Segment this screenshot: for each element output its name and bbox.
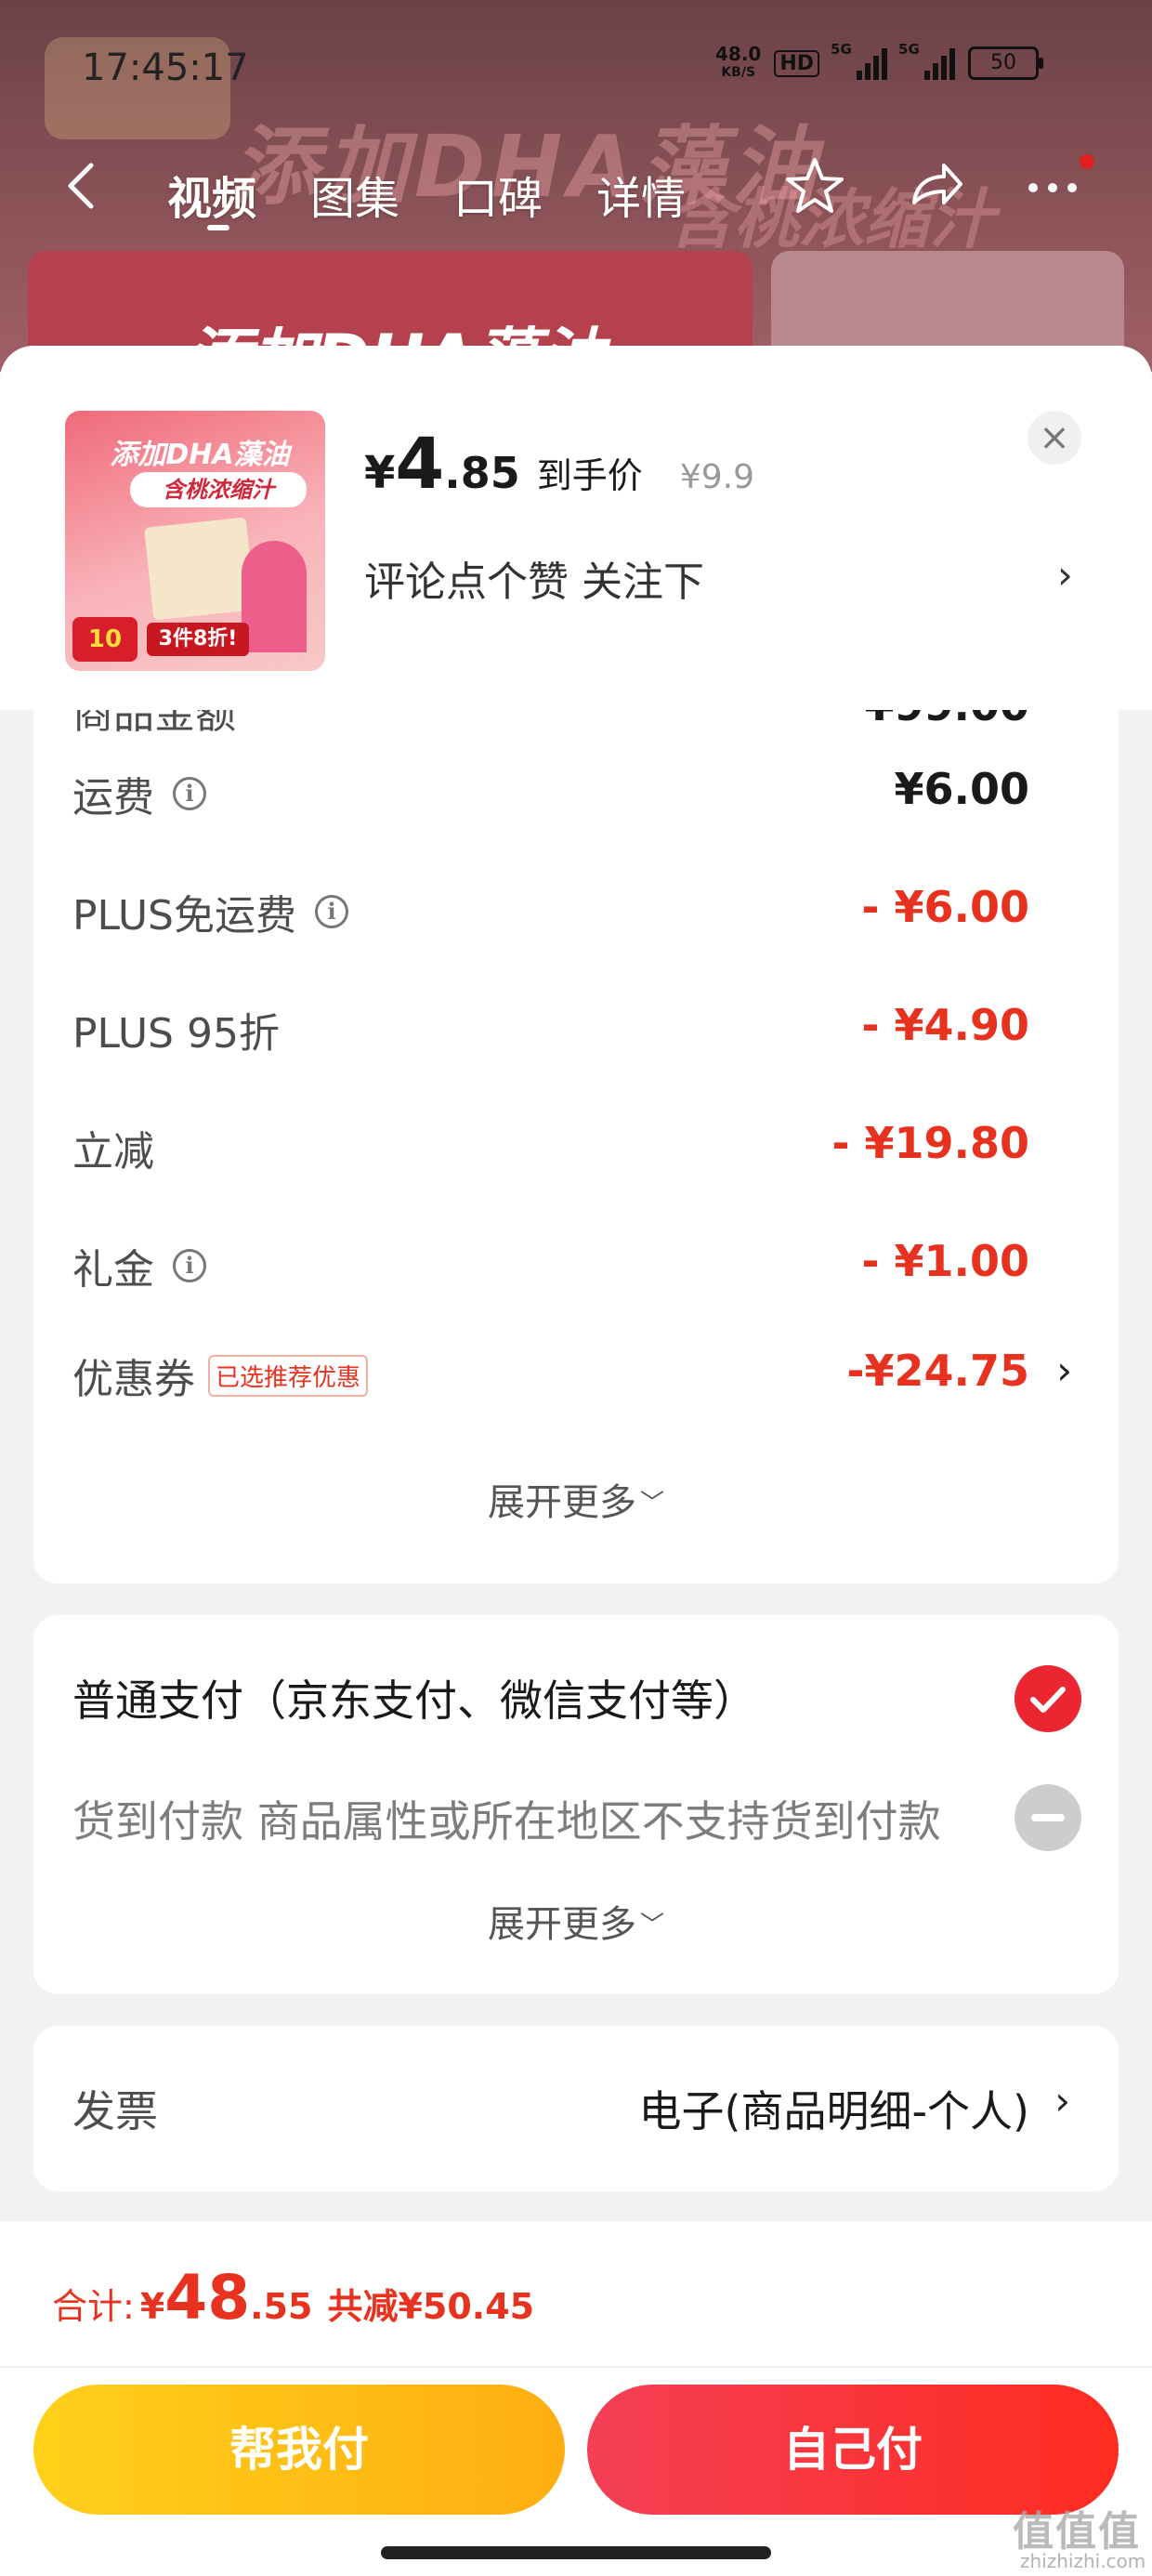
- original-price: ¥9.9: [679, 458, 754, 496]
- breakdown-label: 商品金额: [72, 710, 236, 738]
- network-speed-unit: KB/S: [721, 65, 756, 80]
- close-button[interactable]: ×: [1028, 411, 1081, 465]
- coupon-value: -¥24.75: [846, 1346, 1029, 1396]
- thumbnail-model: [242, 541, 307, 652]
- signal-icon-2: 5G: [898, 41, 956, 80]
- hd-icon: HD: [774, 49, 820, 77]
- thumbnail-deal-badge: 3件8折!: [147, 623, 249, 656]
- signal-icon: 5G: [831, 41, 888, 80]
- breakdown-value: - ¥4.90: [861, 1000, 1029, 1050]
- breakdown-row-plus-discount: PLUS 95折 - ¥4.90: [72, 989, 1029, 1063]
- invoice-label: 发票: [72, 2086, 158, 2136]
- price-line: ¥ 4 .85 到手价 ¥9.9: [364, 422, 754, 505]
- breakdown-label: PLUS 95折: [72, 1010, 280, 1058]
- price-label: 到手价: [536, 455, 643, 496]
- tab-reviews[interactable]: 口碑: [453, 162, 543, 227]
- total-decimal: .55: [250, 2286, 313, 2327]
- total-saving: 共减¥50.45: [327, 2286, 535, 2327]
- expand-more-label: 展开更多: [487, 1903, 636, 1946]
- breakdown-row-instant-discount: 立减 - ¥19.80: [72, 1107, 1029, 1181]
- thumbnail-title: 添加DHA藻油: [110, 439, 290, 471]
- network-speed: 48.0 KB/S: [715, 45, 761, 82]
- expand-more-button[interactable]: 展开更多 ﹀: [33, 1472, 1119, 1526]
- breakdown-row-gift-money: 礼金 i - ¥1.00: [72, 1225, 1029, 1299]
- footer-divider: [0, 2366, 1152, 2368]
- breakdown-label: 运费: [72, 774, 154, 821]
- price-breakdown-card: 商品金额 ¥99.00 运费 i ¥6.00 PLUS免运费 i - ¥6.00 P…: [33, 710, 1119, 1584]
- tab-details[interactable]: 详情: [596, 162, 686, 227]
- share-icon[interactable]: [903, 154, 968, 219]
- star-icon[interactable]: [782, 154, 847, 219]
- help-pay-button[interactable]: 帮我付: [33, 2385, 565, 2515]
- chevron-right-icon[interactable]: ›: [1056, 1347, 1072, 1393]
- notification-dot: [1080, 154, 1094, 169]
- breakdown-value: ¥6.00: [894, 764, 1029, 814]
- top-navigation: 视频 图集 口碑 详情: [0, 139, 1152, 242]
- back-arrow-icon[interactable]: [56, 158, 111, 214]
- status-bar: 17:45:17 48.0 KB/S HD 5G 5G 50: [0, 0, 1152, 130]
- total-label: 合计:: [52, 2286, 135, 2327]
- breakdown-label: 立减: [72, 1128, 154, 1176]
- sheet-header: 添加DHA藻油 含桃浓缩汁 10 3件8折! ¥ 4 .85 到手价 ¥9.9 …: [0, 346, 1152, 710]
- breakdown-value: ¥99.00: [864, 710, 1029, 730]
- total-line: 合计: ¥ 48 .55 共减¥50.45: [52, 2262, 534, 2333]
- payment-expand-more-button[interactable]: 展开更多 ﹀: [33, 1894, 1119, 1948]
- info-icon[interactable]: i: [173, 1249, 206, 1282]
- checkout-footer: 合计: ¥ 48 .55 共减¥50.45 帮我付 自己付: [0, 2221, 1152, 2576]
- thumbnail-subtitle: 含桃浓缩汁: [130, 472, 307, 507]
- chevron-right-icon[interactable]: ›: [1057, 552, 1073, 598]
- breakdown-row-coupon[interactable]: 优惠券 已选推荐优惠 -¥24.75 ›: [72, 1334, 1072, 1409]
- payment-option-normal[interactable]: 普通支付（京东支付、微信支付等）: [72, 1667, 756, 1728]
- payment-method-card: 普通支付（京东支付、微信支付等） 货到付款 商品属性或所在地区不支持货到付款 展…: [33, 1615, 1119, 1994]
- thumbnail-product-box: [144, 517, 255, 621]
- breakdown-value: - ¥6.00: [861, 882, 1029, 932]
- chevron-right-icon[interactable]: ›: [1054, 2078, 1070, 2123]
- status-indicators: 48.0 KB/S HD 5G 5G 50: [715, 41, 1044, 82]
- watermark-logo: 值值值: [1013, 2508, 1141, 2556]
- info-icon[interactable]: i: [315, 895, 348, 928]
- chevron-down-icon: ﹀: [639, 1912, 664, 1939]
- battery-icon: 50: [968, 46, 1044, 80]
- signal-type-label-2: 5G: [898, 41, 920, 58]
- check-icon[interactable]: [1015, 1665, 1081, 1732]
- tab-gallery[interactable]: 图集: [310, 162, 399, 227]
- nav-tabs: 视频 图集 口碑 详情: [167, 162, 686, 227]
- disabled-icon: [1015, 1784, 1081, 1851]
- home-indicator[interactable]: [381, 2546, 771, 2559]
- breakdown-label: 礼金: [72, 1246, 154, 1294]
- invoice-card[interactable]: 发票 电子(商品明细-个人) ›: [33, 2026, 1119, 2191]
- breakdown-value: - ¥19.80: [831, 1118, 1029, 1168]
- total-symbol: ¥: [139, 2286, 165, 2327]
- invoice-value: 电子(商品明细-个人): [638, 2086, 1030, 2136]
- tab-video[interactable]: 视频: [167, 162, 256, 227]
- chevron-down-icon: ﹀: [639, 1490, 664, 1518]
- self-pay-button[interactable]: 自己付: [587, 2385, 1119, 2515]
- watermark-url: zhizhizhi.com: [1020, 2550, 1146, 2572]
- payment-option-cod: 货到付款 商品属性或所在地区不支持货到付款: [72, 1796, 941, 1847]
- product-thumbnail[interactable]: 添加DHA藻油 含桃浓缩汁 10 3件8折!: [65, 411, 325, 671]
- breakdown-row-shipping: 运费 i ¥6.00: [72, 753, 1029, 827]
- price-integer: 4: [395, 422, 445, 505]
- total-integer: 48: [164, 2262, 251, 2333]
- product-note[interactable]: 评论点个赞 关注下: [364, 548, 704, 608]
- active-tab-indicator: [207, 225, 229, 230]
- coupon-label: 优惠券: [72, 1356, 195, 1403]
- breakdown-row-partial: 商品金额 ¥99.00: [72, 710, 1029, 743]
- price-symbol: ¥: [364, 447, 396, 499]
- breakdown-row-plus-free-shipping: PLUS免运费 i - ¥6.00: [72, 871, 1029, 945]
- coupon-tag: 已选推荐优惠: [208, 1354, 369, 1397]
- price-decimal: .85: [444, 448, 520, 498]
- status-time: 17:45:17: [82, 46, 249, 89]
- info-icon[interactable]: i: [173, 777, 206, 810]
- breakdown-value: - ¥1.00: [861, 1236, 1029, 1286]
- more-icon[interactable]: [1020, 154, 1085, 219]
- breakdown-label: PLUS免运费: [72, 892, 296, 940]
- signal-type-label: 5G: [831, 41, 852, 58]
- expand-more-label: 展开更多: [487, 1481, 636, 1524]
- network-speed-value: 48.0: [715, 43, 762, 65]
- thumbnail-price-badge: 10: [72, 617, 137, 662]
